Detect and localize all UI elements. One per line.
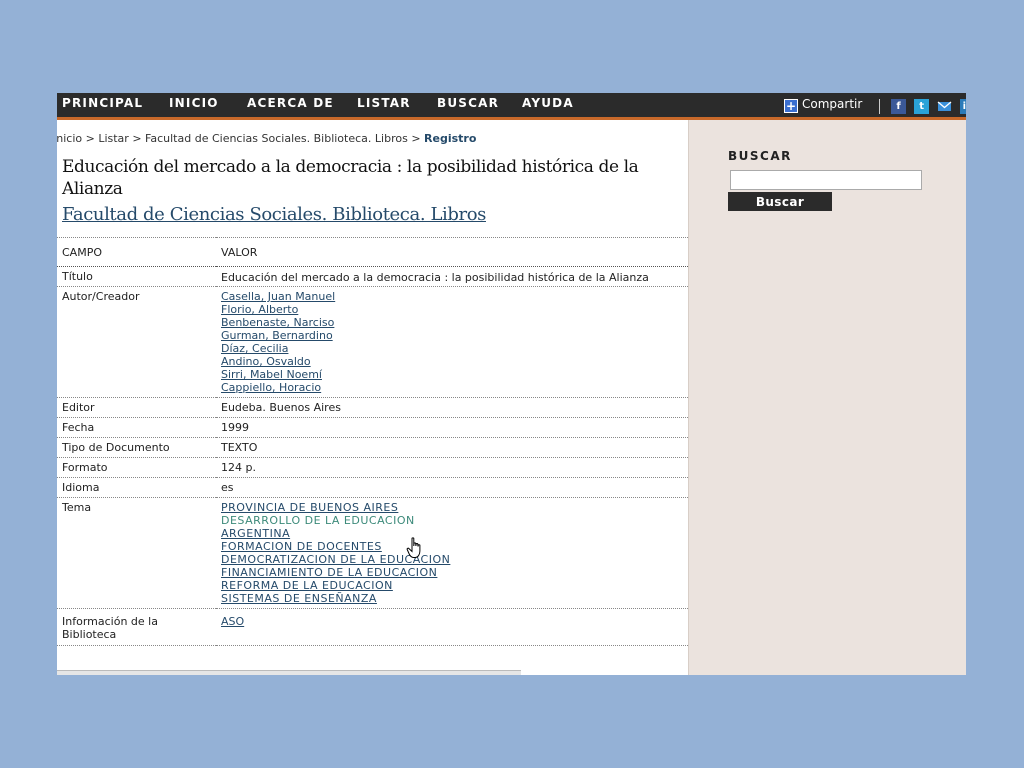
metadata-table: CAMPO VALOR Título Educación del mercado… — [57, 237, 694, 646]
column-header-campo: CAMPO — [57, 237, 216, 267]
breadcrumb: Inicio > Listar > Facultad de Ciencias S… — [57, 132, 476, 145]
search-button[interactable]: Buscar — [728, 192, 832, 211]
table-row: Tema PROVINCIA DE BUENOS AIRES DESARROLL… — [57, 497, 694, 609]
subject-link[interactable]: FINANCIAMIENTO DE LA EDUCACION — [221, 566, 694, 579]
sidebar-search-title: BUSCAR — [728, 149, 792, 163]
field-label: Título — [57, 266, 216, 287]
nav-principal[interactable]: PRINCIPAL — [62, 93, 143, 117]
collection-link[interactable]: Facultad de Ciencias Sociales. Bibliotec… — [62, 204, 486, 225]
field-value-language: es — [216, 477, 694, 498]
subject-list: PROVINCIA DE BUENOS AIRES DESARROLLO DE … — [216, 497, 694, 609]
subject-link[interactable]: DEMOCRATIZACION DE LA EDUCACION — [221, 553, 694, 566]
field-label: Fecha — [57, 417, 216, 438]
breadcrumb-current: Registro — [424, 132, 477, 145]
table-row: Título Educación del mercado a la democr… — [57, 266, 694, 287]
author-link[interactable]: Cappiello, Horacio — [221, 381, 694, 394]
table-row: Tipo de Documento TEXTO — [57, 437, 694, 458]
share-label: Compartir — [802, 97, 863, 111]
field-label: Tema — [57, 497, 216, 609]
breadcrumb-separator: > — [411, 132, 421, 145]
record-title: Educación del mercado a la democracia : … — [62, 157, 639, 199]
author-link[interactable]: Andino, Osvaldo — [221, 355, 694, 368]
field-value-format: 124 p. — [216, 457, 694, 478]
search-input[interactable] — [730, 170, 922, 190]
nav-acerca-de[interactable]: ACERCA DE — [247, 93, 334, 117]
share-button[interactable]: + Compartir — [784, 96, 862, 114]
table-row: Editor Eudeba. Buenos Aires — [57, 397, 694, 418]
author-link[interactable]: Casella, Juan Manuel — [221, 290, 694, 303]
breadcrumb-listar[interactable]: Listar — [98, 132, 129, 145]
field-value-doc-type: TEXTO — [216, 437, 694, 458]
nav-listar[interactable]: LISTAR — [357, 93, 411, 117]
breadcrumb-collection[interactable]: Facultad de Ciencias Sociales. Bibliotec… — [145, 132, 408, 145]
facebook-icon[interactable]: f — [891, 99, 907, 114]
field-label: Información de la Biblioteca — [57, 608, 216, 646]
author-link[interactable]: Gurman, Bernardino — [221, 329, 694, 342]
library-info-link[interactable]: ASO — [221, 615, 694, 628]
field-label: Autor/Creador — [57, 286, 216, 398]
subject-link[interactable]: PROVINCIA DE BUENOS AIRES — [221, 501, 694, 514]
table-row: Autor/Creador Casella, Juan Manuel Flori… — [57, 286, 694, 398]
social-links: f t in — [879, 96, 966, 114]
field-label: Tipo de Documento — [57, 437, 216, 458]
table-row: Formato 124 p. — [57, 457, 694, 478]
twitter-icon[interactable]: t — [914, 99, 930, 114]
table-row: Fecha 1999 — [57, 417, 694, 438]
email-icon[interactable] — [937, 99, 952, 114]
subject-link[interactable]: REFORMA DE LA EDUCACION — [221, 579, 694, 592]
breadcrumb-separator: > — [85, 132, 95, 145]
field-value-title: Educación del mercado a la democracia : … — [216, 266, 694, 287]
divider — [879, 99, 880, 114]
nav-inicio[interactable]: INICIO — [169, 93, 219, 117]
field-label: Idioma — [57, 477, 216, 498]
table-row: Información de la Biblioteca ASO — [57, 608, 694, 646]
linkedin-icon[interactable]: in — [960, 99, 966, 114]
author-link[interactable]: Florio, Alberto — [221, 303, 694, 316]
horizontal-scrollbar[interactable] — [57, 670, 521, 675]
field-label: Formato — [57, 457, 216, 478]
top-navigation-bar: PRINCIPAL INICIO ACERCA DE LISTAR BUSCAR… — [57, 93, 966, 120]
subject-link[interactable]: FORMACION DE DOCENTES — [221, 540, 694, 553]
author-link[interactable]: Sirri, Mabel Noemí — [221, 368, 694, 381]
subject-link[interactable]: SISTEMAS DE ENSEÑANZA — [221, 592, 694, 605]
column-header-valor: VALOR — [216, 237, 694, 267]
table-row: Idioma es — [57, 477, 694, 498]
plus-icon: + — [784, 99, 798, 113]
search-sidebar: BUSCAR Buscar — [688, 120, 966, 675]
hand-cursor-icon — [406, 537, 421, 558]
browser-page: PRINCIPAL INICIO ACERCA DE LISTAR BUSCAR… — [57, 93, 966, 675]
breadcrumb-separator: > — [132, 132, 142, 145]
library-info: ASO — [216, 608, 694, 646]
table-header-row: CAMPO VALOR — [57, 237, 694, 267]
author-link[interactable]: Díaz, Cecilia — [221, 342, 694, 355]
subject-link[interactable]: DESARROLLO DE LA EDUCACION — [221, 514, 694, 527]
subject-link[interactable]: ARGENTINA — [221, 527, 694, 540]
nav-ayuda[interactable]: AYUDA — [522, 93, 574, 117]
field-value-date: 1999 — [216, 417, 694, 438]
author-link[interactable]: Benbenaste, Narciso — [221, 316, 694, 329]
nav-buscar[interactable]: BUSCAR — [437, 93, 499, 117]
field-value-editor: Eudeba. Buenos Aires — [216, 397, 694, 418]
field-label: Editor — [57, 397, 216, 418]
author-list: Casella, Juan Manuel Florio, Alberto Ben… — [216, 286, 694, 398]
breadcrumb-inicio[interactable]: Inicio — [57, 132, 82, 145]
